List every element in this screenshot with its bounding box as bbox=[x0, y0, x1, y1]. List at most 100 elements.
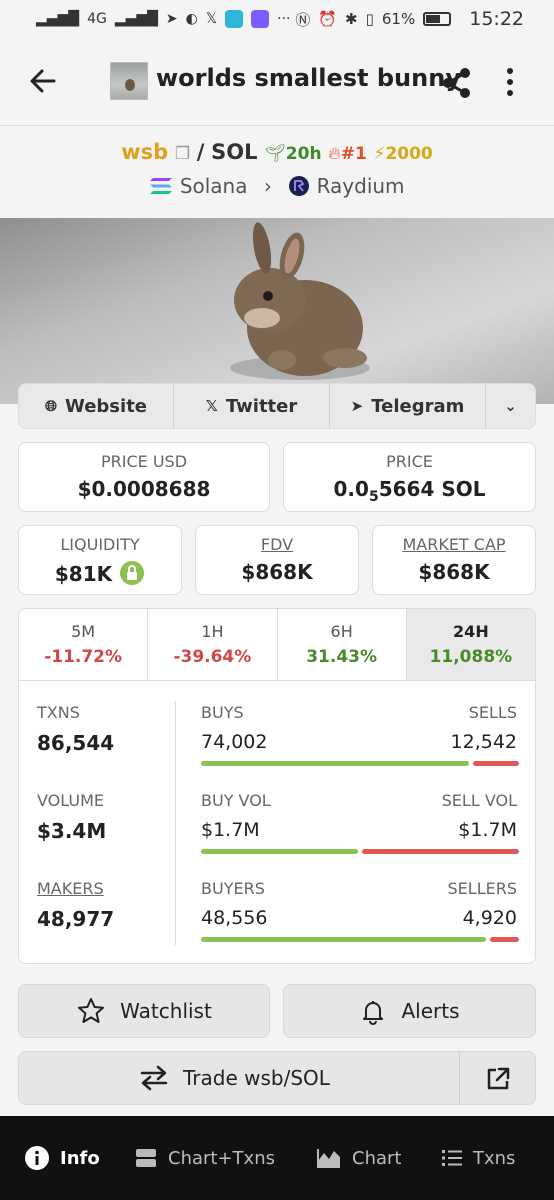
network-label: 4G bbox=[87, 11, 107, 27]
twitter-link[interactable]: 𝕏 Twitter bbox=[174, 384, 330, 428]
price-usd-value: $0.0008688 bbox=[77, 477, 211, 501]
social-links-bar: 🌐︎ Website 𝕏 Twitter ➤ Telegram ⌄ bbox=[18, 383, 536, 429]
more-links-button[interactable]: ⌄ bbox=[486, 384, 535, 428]
dex-name[interactable]: Raydium bbox=[317, 174, 405, 198]
sellers-label: SELLERS bbox=[447, 879, 517, 898]
quote-symbol: SOL bbox=[211, 140, 258, 164]
sellers-value: 4,920 bbox=[462, 907, 517, 929]
website-label: Website bbox=[65, 395, 148, 417]
star-icon bbox=[78, 998, 105, 1023]
pair-age: 20h bbox=[285, 144, 322, 164]
market-cap-value: $868K bbox=[418, 560, 490, 584]
bunny-illustration bbox=[230, 222, 370, 380]
price-usd-label: PRICE USD bbox=[100, 452, 188, 471]
tab-1h[interactable]: 1H -39.64% bbox=[148, 609, 278, 680]
makers-label[interactable]: MAKERS bbox=[37, 879, 104, 898]
buyers-bar bbox=[201, 937, 486, 942]
buy-vol-label: BUY VOL bbox=[201, 791, 271, 810]
bluetooth-icon: ✱ bbox=[345, 10, 358, 28]
nfc-icon: Ⓝ bbox=[295, 10, 311, 29]
dexscreener-app-icon bbox=[225, 10, 244, 28]
fdv-value: $868K bbox=[241, 560, 313, 584]
watchlist-label: Watchlist bbox=[120, 999, 212, 1023]
lock-icon[interactable] bbox=[119, 560, 145, 586]
liquidity-card: LIQUIDITY $81K bbox=[18, 525, 182, 595]
sells-bar bbox=[473, 761, 519, 766]
nav-info[interactable]: Info bbox=[4, 1136, 124, 1180]
raydium-icon bbox=[289, 176, 310, 196]
watchlist-button[interactable]: Watchlist bbox=[18, 984, 270, 1038]
clock: 15:22 bbox=[469, 8, 524, 30]
telegram-app-icon: ➤ bbox=[165, 11, 178, 27]
boost-count: 2000 bbox=[385, 144, 433, 164]
txns-value: 86,544 bbox=[37, 731, 115, 755]
market-cap-label[interactable]: MARKET CAP bbox=[373, 535, 535, 554]
stats-divider bbox=[175, 701, 176, 945]
stats-panel: 5M -11.72% 1H -39.64% 6H 31.43% 24H 11,0… bbox=[18, 608, 536, 964]
buyers-value: 48,556 bbox=[201, 907, 268, 929]
sell-vol-label: SELL VOL bbox=[441, 791, 517, 810]
more-notifications-icon: ··· bbox=[277, 11, 291, 27]
battery-icon bbox=[423, 12, 452, 26]
token-banner-image bbox=[0, 218, 554, 404]
fdv-card: FDV $868K bbox=[195, 525, 359, 595]
tab-24h[interactable]: 24H 11,088% bbox=[406, 609, 535, 680]
vibrate-icon: ▯ bbox=[365, 10, 374, 28]
alerts-button[interactable]: Alerts bbox=[283, 984, 536, 1038]
chain-name[interactable]: Solana bbox=[180, 174, 248, 198]
app-header: worlds smallest bunny bbox=[0, 38, 554, 126]
buy-vol-bar bbox=[201, 849, 358, 854]
liquidity-value: $81K bbox=[54, 562, 113, 586]
fdv-label[interactable]: FDV bbox=[196, 535, 358, 554]
liquidity-label: LIQUIDITY bbox=[60, 535, 140, 554]
back-arrow-icon[interactable] bbox=[28, 66, 58, 96]
tab-5m[interactable]: 5M -11.72% bbox=[19, 609, 149, 680]
website-link[interactable]: 🌐︎ Website bbox=[19, 384, 174, 428]
twitter-label: Twitter bbox=[225, 395, 298, 417]
price-native-card: PRICE 0.055664 SOL bbox=[283, 442, 536, 512]
sells-label: SELLS bbox=[468, 703, 517, 722]
status-right: Ⓝ ⏰ ✱ ▯ 61% 15:22 bbox=[295, 8, 524, 30]
discord-app-icon: ◐ bbox=[185, 11, 198, 27]
area-chart-icon bbox=[317, 1149, 340, 1168]
nav-chart[interactable]: Chart bbox=[306, 1136, 431, 1180]
sellers-bar bbox=[490, 937, 519, 942]
more-options-icon[interactable] bbox=[496, 66, 524, 98]
solana-icon bbox=[150, 178, 173, 194]
signal-icon-2: ▂▄▆█ bbox=[114, 11, 158, 27]
trade-divider bbox=[459, 1052, 460, 1104]
nav-chart-label: Chart bbox=[352, 1147, 402, 1169]
lightning-icon: ⚡︎ bbox=[373, 144, 386, 164]
bell-icon bbox=[363, 1001, 384, 1025]
price-native-label: PRICE bbox=[386, 452, 433, 471]
sell-vol-bar bbox=[362, 849, 519, 854]
volume-label: VOLUME bbox=[37, 791, 104, 810]
status-bar: ▂▄▆█ 4G ▂▄▆█ ➤ ◐ 𝕏 ··· Ⓝ ⏰ ✱ ▯ 61% 15:22 bbox=[0, 0, 554, 38]
price-usd-card: PRICE USD $0.0008688 bbox=[18, 442, 270, 512]
copy-icon[interactable]: ❐ bbox=[175, 144, 190, 164]
nav-txns[interactable]: Txns bbox=[431, 1136, 541, 1180]
trade-button[interactable]: Trade wsb/SOL bbox=[18, 1051, 536, 1105]
nav-info-label: Info bbox=[60, 1147, 100, 1169]
telegram-label: Telegram bbox=[371, 395, 465, 417]
tab-6h[interactable]: 6H 31.43% bbox=[278, 609, 407, 680]
chart-txns-icon bbox=[136, 1149, 156, 1167]
swap-arrows-icon bbox=[140, 1065, 168, 1091]
buy-vol-value: $1.7M bbox=[201, 819, 260, 841]
buys-bar bbox=[201, 761, 469, 766]
buys-label: BUYS bbox=[201, 703, 244, 722]
token-thumbnail bbox=[110, 62, 148, 100]
telegram-link[interactable]: ➤ Telegram bbox=[330, 384, 486, 428]
share-icon[interactable] bbox=[440, 66, 474, 100]
telegram-icon: ➤ bbox=[350, 397, 364, 415]
buys-value: 74,002 bbox=[201, 731, 268, 753]
external-link-icon[interactable] bbox=[485, 1066, 511, 1092]
nav-chart-txns[interactable]: Chart+Txns bbox=[124, 1136, 306, 1180]
token-symbol: wsb bbox=[121, 140, 169, 164]
chain-line: Solana › Raydium bbox=[0, 174, 554, 198]
fire-icon: 🔥︎ bbox=[328, 144, 341, 164]
timeframe-tabs: 5M -11.72% 1H -39.64% 6H 31.43% 24H 11,0… bbox=[19, 609, 535, 681]
alerts-label: Alerts bbox=[401, 999, 460, 1023]
nav-chart-txns-label: Chart+Txns bbox=[168, 1147, 275, 1169]
status-left: ▂▄▆█ 4G ▂▄▆█ ➤ ◐ 𝕏 ··· bbox=[36, 10, 291, 28]
